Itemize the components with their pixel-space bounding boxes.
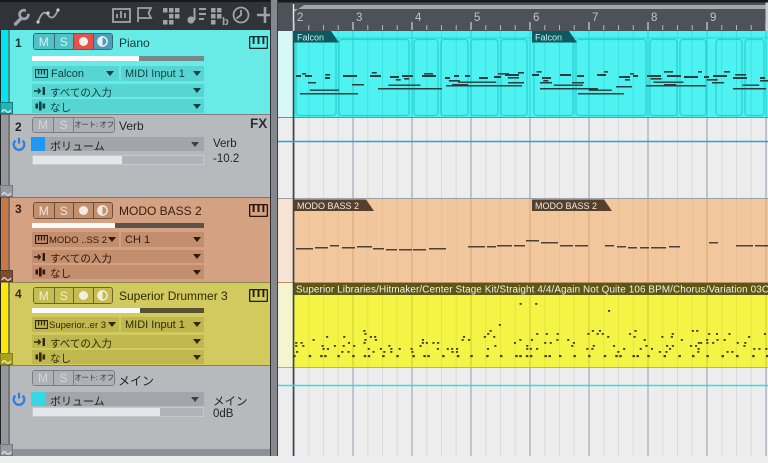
svg-text:Falcon: Falcon (535, 33, 562, 43)
svg-text:8: 8 (651, 12, 657, 24)
svg-text:MODO BASS 2: MODO BASS 2 (535, 201, 597, 211)
svg-text:9: 9 (710, 12, 716, 24)
svg-text:6: 6 (533, 12, 539, 24)
svg-text:2: 2 (297, 12, 303, 24)
svg-text:5: 5 (474, 12, 480, 24)
svg-text:Superior Libraries/Hitmaker/Ce: Superior Libraries/Hitmaker/Center Stage… (296, 285, 768, 296)
svg-text:Falcon: Falcon (297, 33, 324, 43)
svg-text:7: 7 (592, 12, 598, 24)
svg-text:b: b (222, 16, 229, 28)
svg-text:4: 4 (415, 12, 422, 24)
svg-text:3: 3 (356, 12, 362, 24)
svg-text:MODO BASS 2: MODO BASS 2 (297, 201, 359, 211)
